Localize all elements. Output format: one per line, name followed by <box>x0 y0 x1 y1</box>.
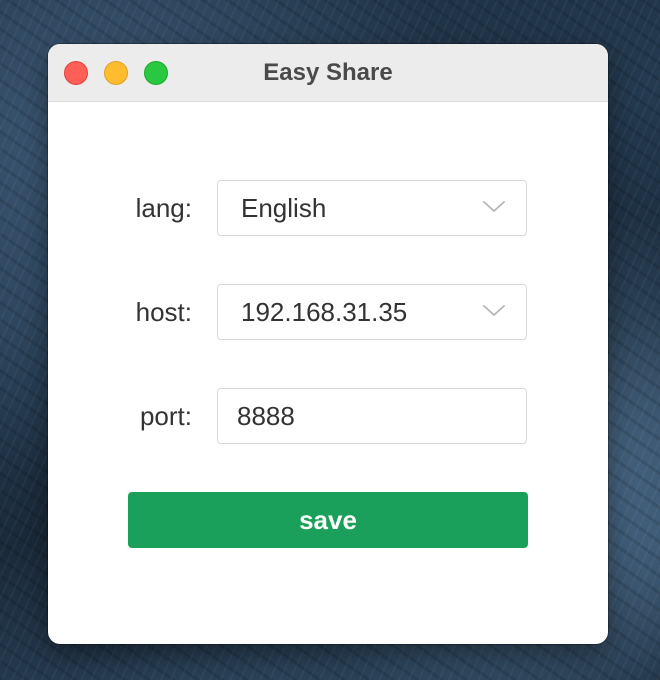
host-selected-value: 192.168.31.35 <box>241 297 408 327</box>
port-row: port: <box>48 388 608 444</box>
port-label: port: <box>139 401 192 431</box>
lang-label: lang: <box>135 193 192 223</box>
lang-select[interactable]: English <box>217 180 527 236</box>
save-button[interactable]: save <box>128 492 528 548</box>
port-input[interactable] <box>217 388 527 444</box>
easy-share-window: Easy Share lang: English host: 192.168.3… <box>48 44 608 644</box>
chevron-down-icon <box>483 305 505 316</box>
minimize-window-button[interactable] <box>104 61 128 85</box>
title-bar[interactable]: Easy Share <box>48 44 608 102</box>
window-title: Easy Share <box>263 58 393 86</box>
lang-selected-value: English <box>241 193 327 223</box>
window-controls <box>64 61 168 85</box>
chevron-down-icon <box>483 201 505 212</box>
host-label: host: <box>135 297 192 327</box>
close-window-button[interactable] <box>64 61 88 85</box>
maximize-window-button[interactable] <box>144 61 168 85</box>
host-select[interactable]: 192.168.31.35 <box>217 284 527 340</box>
host-row: host: 192.168.31.35 <box>48 284 608 340</box>
lang-row: lang: English <box>48 180 608 236</box>
